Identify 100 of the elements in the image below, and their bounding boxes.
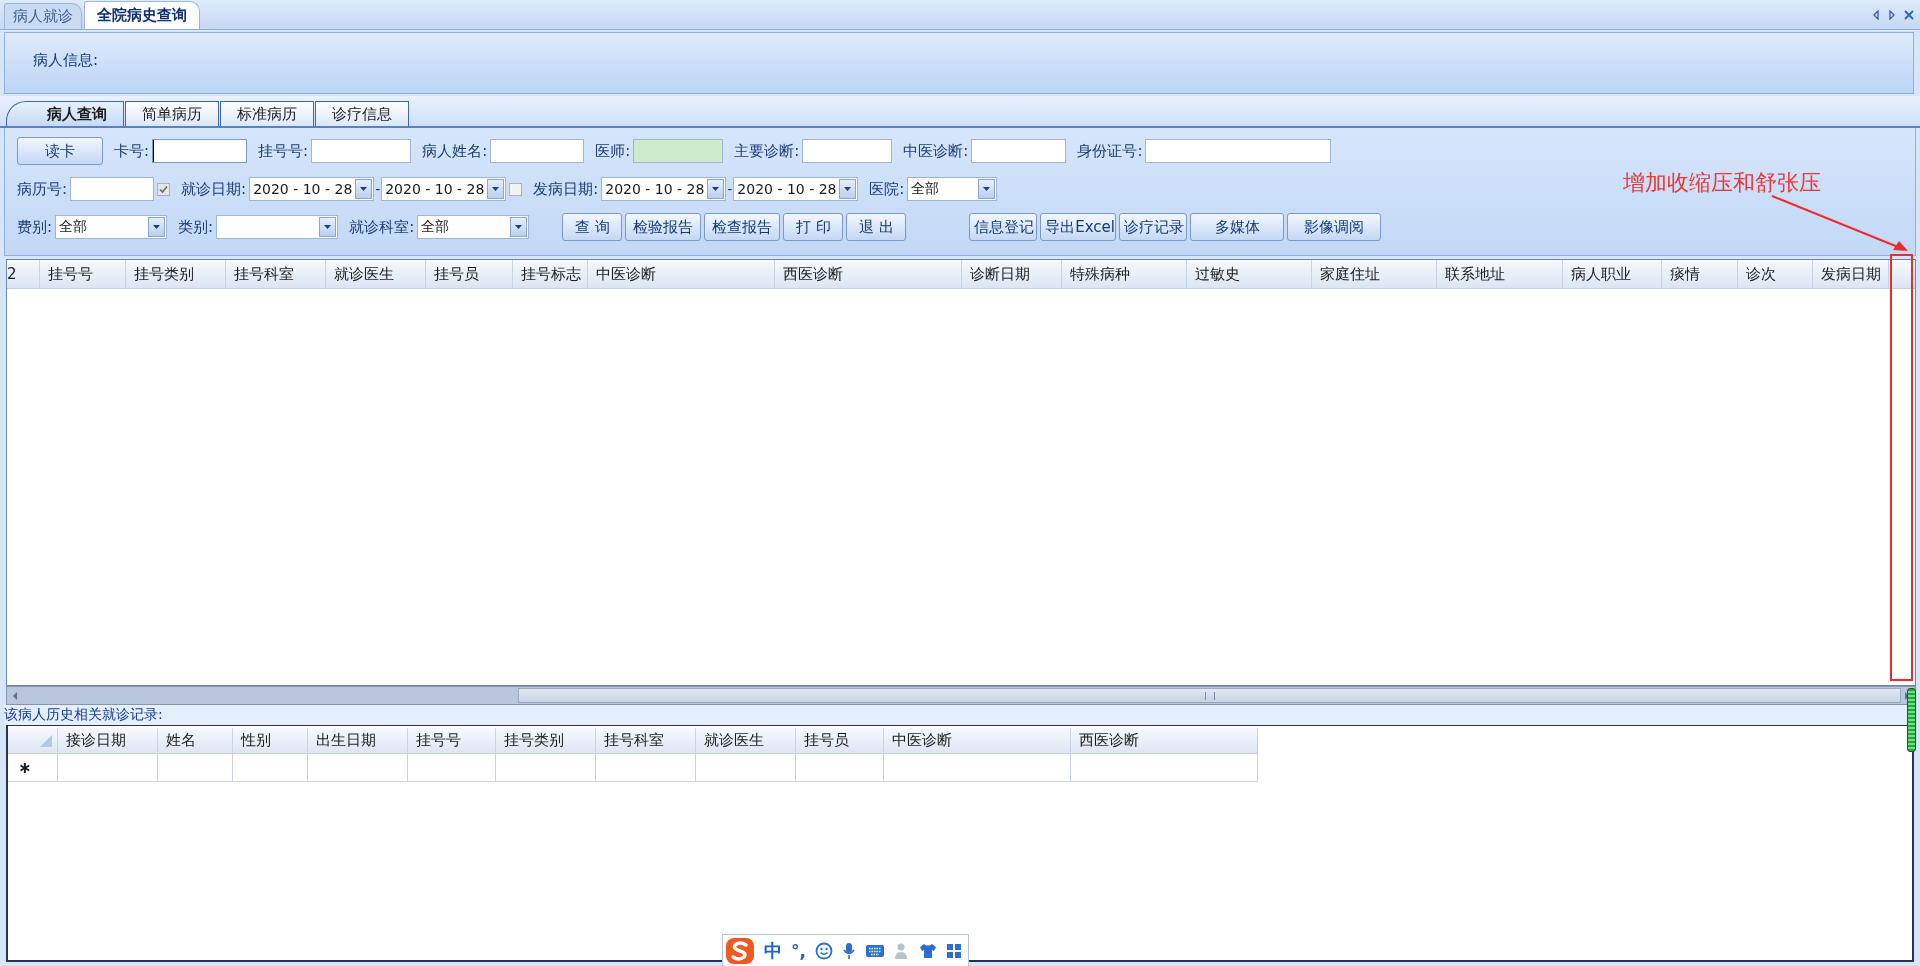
scroll-left-icon[interactable] — [1872, 9, 1880, 20]
column-header[interactable]: 挂号科室 — [596, 728, 696, 754]
scroll-right-icon[interactable] — [1888, 9, 1896, 20]
text-field[interactable] — [1145, 139, 1332, 163]
query-tab[interactable]: 标准病历 — [220, 101, 314, 126]
column-header[interactable]: 性别 — [233, 728, 308, 754]
field-label: 卡号: — [114, 141, 150, 161]
action-button[interactable]: 查 询 — [562, 213, 623, 241]
column-header[interactable]: 挂号类别 — [496, 728, 596, 754]
column-header[interactable]: 诊断日期 — [962, 260, 1062, 288]
history-label: 该病人历史相关就诊记录: — [4, 706, 163, 724]
action-button[interactable]: 信息登记 — [969, 213, 1038, 241]
table-cell[interactable] — [233, 754, 308, 782]
column-header[interactable]: 挂号类别 — [126, 260, 226, 288]
query-tab[interactable]: 诊疗信息 — [315, 101, 409, 126]
dropdown[interactable]: 全部 — [417, 215, 530, 239]
table-cell[interactable] — [308, 754, 408, 782]
text-field[interactable] — [490, 139, 585, 163]
caret-icon — [324, 225, 332, 229]
column-header[interactable]: 中医诊断 — [884, 728, 1071, 754]
column-header[interactable]: 就诊医生 — [696, 728, 796, 754]
column-header[interactable]: 病人职业 — [1563, 260, 1662, 288]
date-picker[interactable]: 2020 - 10 - 28 — [733, 177, 859, 201]
column-header[interactable]: 挂号标志 — [513, 260, 588, 288]
column-header[interactable]: 挂号员 — [796, 728, 884, 754]
action-button[interactable]: 退 出 — [846, 213, 907, 241]
text-field[interactable] — [311, 139, 412, 163]
column-header[interactable]: 痰情 — [1662, 260, 1738, 288]
column-header[interactable]: 出生日期 — [308, 728, 408, 754]
column-header[interactable]: 联系地址 — [1437, 260, 1563, 288]
caret-icon — [153, 225, 161, 229]
action-button[interactable]: 导出Excel — [1040, 213, 1117, 241]
action-button[interactable]: 检验报告 — [625, 213, 702, 241]
table-cell[interactable] — [158, 754, 233, 782]
action-button[interactable]: 打 印 — [783, 213, 844, 241]
person-icon[interactable] — [893, 941, 910, 960]
horizontal-scrollbar[interactable] — [6, 686, 1916, 705]
text-field[interactable] — [633, 139, 724, 163]
checkbox[interactable] — [509, 182, 523, 196]
column-header[interactable]: 挂号科室 — [226, 260, 326, 288]
column-header[interactable]: 中医诊断 — [588, 260, 775, 288]
dropdown[interactable]: 全部 — [907, 177, 998, 201]
table-cell[interactable] — [58, 754, 158, 782]
column-header[interactable]: 2 — [7, 260, 40, 288]
column-header[interactable]: 发病日期 — [1813, 260, 1889, 288]
column-header[interactable]: 诊次 — [1738, 260, 1813, 288]
date-picker[interactable]: 2020 - 10 - 28 — [381, 177, 507, 201]
scroll-left-icon[interactable] — [11, 690, 19, 701]
text-field[interactable] — [70, 177, 155, 201]
shirt-icon[interactable] — [918, 942, 937, 959]
column-header[interactable]: 接诊日期 — [58, 728, 158, 754]
action-button[interactable]: 检查报告 — [704, 213, 781, 241]
column-header[interactable]: 就诊医生 — [326, 260, 426, 288]
table-cell[interactable] — [408, 754, 496, 782]
document-tab[interactable]: 病人就诊 — [4, 3, 82, 29]
dropdown[interactable]: 全部 — [55, 215, 168, 239]
column-header[interactable]: 过敏史 — [1187, 260, 1312, 288]
action-button[interactable]: 诊疗记录 — [1119, 213, 1188, 241]
logo-icon[interactable] — [725, 936, 755, 965]
microphone-icon[interactable] — [841, 941, 856, 960]
column-header[interactable]: 特殊病种 — [1062, 260, 1187, 288]
column-header[interactable]: 西医诊断 — [1071, 728, 1258, 754]
column-header[interactable]: 家庭住址 — [1312, 260, 1437, 288]
smiley-icon[interactable] — [814, 941, 833, 960]
select-all-corner[interactable] — [8, 728, 58, 754]
checkbox[interactable] — [157, 182, 171, 196]
date-picker[interactable]: 2020 - 10 - 28 — [249, 177, 375, 201]
column-header[interactable]: 挂号号 — [40, 260, 126, 288]
column-header[interactable]: 挂号员 — [426, 260, 513, 288]
scrollbar-thumb[interactable] — [518, 688, 1901, 703]
column-header[interactable]: 挂号号 — [408, 728, 496, 754]
document-tab[interactable]: 全院病史查询 — [84, 1, 200, 29]
table-cell[interactable] — [1071, 754, 1258, 782]
annotation-text: 增加收缩压和舒张压 — [1623, 169, 1821, 197]
query-tab[interactable]: 病人查询 — [6, 101, 124, 126]
input-mode-toggle[interactable]: 中 — [764, 938, 782, 963]
action-button[interactable]: 读卡 — [17, 137, 103, 165]
action-button[interactable]: 多媒体 — [1190, 213, 1285, 241]
range-dash: - — [375, 181, 381, 197]
text-field[interactable] — [971, 139, 1067, 163]
keyboard-icon[interactable] — [864, 943, 885, 958]
table-cell[interactable] — [496, 754, 596, 782]
table-cell[interactable] — [884, 754, 1071, 782]
date-picker[interactable]: 2020 - 10 - 28 — [601, 177, 727, 201]
punctuation-toggle[interactable]: °, — [791, 940, 806, 961]
caret-icon — [983, 187, 991, 191]
table-cell[interactable] — [596, 754, 696, 782]
dropdown[interactable] — [216, 215, 339, 239]
column-header[interactable]: 姓名 — [158, 728, 233, 754]
text-field[interactable] — [152, 139, 248, 163]
grid-icon[interactable] — [945, 942, 962, 959]
close-icon[interactable] — [1904, 9, 1914, 20]
table-cell[interactable] — [696, 754, 796, 782]
query-tab[interactable]: 简单病历 — [125, 101, 219, 126]
column-header[interactable]: 西医诊断 — [775, 260, 962, 288]
corner-triangle-icon — [39, 733, 53, 748]
text-field[interactable] — [802, 139, 893, 163]
action-button[interactable]: 影像调阅 — [1287, 213, 1382, 241]
field-label: 费别: — [17, 217, 53, 237]
table-cell[interactable] — [796, 754, 884, 782]
